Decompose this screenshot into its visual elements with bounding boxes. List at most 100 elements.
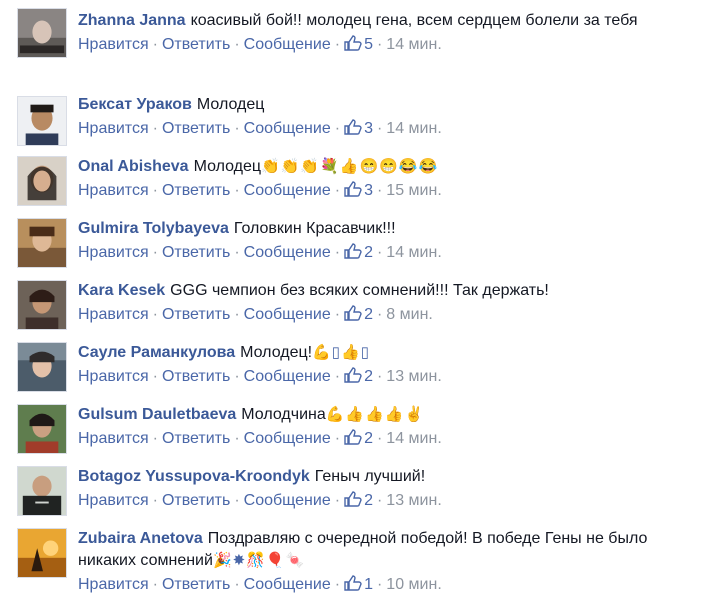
like-count[interactable]: 5 bbox=[364, 36, 373, 53]
avatar[interactable] bbox=[17, 342, 67, 392]
comment-time[interactable]: 15 мин. bbox=[386, 182, 441, 199]
like-link[interactable]: Нравится bbox=[78, 306, 149, 323]
comment-actions: Нравится · Ответить · Сообщение · 3 · 15 мин. bbox=[78, 181, 442, 199]
reply-link[interactable]: Ответить bbox=[162, 492, 230, 509]
comment-item: Бексат Ураков Молодец Нравится · Ответить · С… bbox=[0, 90, 724, 150]
comment-text: Геныч лучший! bbox=[314, 468, 426, 485]
comment-actions: Нравится · Ответить · Сообщение · 1 · 10 мин. bbox=[78, 575, 442, 593]
comment-actions: Нравится · Ответить · Сообщение · 5 · 14 мин. bbox=[78, 35, 442, 53]
avatar[interactable] bbox=[17, 466, 67, 516]
comment-actions: Нравится · Ответить · Сообщение · 3 · 14 мин. bbox=[78, 119, 442, 137]
avatar[interactable] bbox=[17, 528, 67, 578]
thumbs-up-icon bbox=[344, 243, 362, 259]
comment-item: Gulsum Dauletbaeva Молодчина💪👍👍👍✌ Нравитс… bbox=[0, 400, 724, 460]
message-link[interactable]: Сообщение bbox=[244, 36, 331, 53]
comment-time[interactable]: 14 мин. bbox=[386, 244, 441, 261]
comment-item: Gulmira Tolybayeva Головкин Красавчик!!! … bbox=[0, 214, 724, 274]
message-link[interactable]: Сообщение bbox=[244, 576, 331, 593]
like-count[interactable]: 2 bbox=[364, 430, 373, 447]
comment-time[interactable]: 14 мин. bbox=[386, 36, 441, 53]
comment-actions: Нравится · Ответить · Сообщение · 2 · 8 мин. bbox=[78, 305, 433, 323]
like-link[interactable]: Нравится bbox=[78, 492, 149, 509]
thumbs-up-icon bbox=[344, 119, 362, 135]
like-count[interactable]: 2 bbox=[364, 244, 373, 261]
thumbs-up-icon bbox=[344, 575, 362, 591]
comment-author[interactable]: Сауле Раманкулова bbox=[78, 344, 235, 361]
comment-author[interactable]: Onal Abisheva bbox=[78, 158, 189, 175]
like-link[interactable]: Нравится bbox=[78, 430, 149, 447]
comment-text: Молодец! bbox=[240, 344, 313, 361]
like-link[interactable]: Нравится bbox=[78, 36, 149, 53]
message-link[interactable]: Сообщение bbox=[244, 120, 331, 137]
comment-text: Молодец bbox=[193, 158, 262, 175]
comment-text: коасивый бой!! молодец гена, всем сердце… bbox=[190, 12, 638, 29]
like-count[interactable]: 3 bbox=[364, 120, 373, 137]
like-count[interactable]: 1 bbox=[364, 576, 373, 593]
comment-author[interactable]: Zubaira Anetova bbox=[78, 530, 203, 547]
message-link[interactable]: Сообщение bbox=[244, 306, 331, 323]
message-link[interactable]: Сообщение bbox=[244, 244, 331, 261]
comment-text: GGG чемпион без всяких сомнений!!! Так д… bbox=[170, 282, 549, 299]
reply-link[interactable]: Ответить bbox=[162, 36, 230, 53]
comment-item: Botagoz Yussupova-Kroondyk Геныч лучший! … bbox=[0, 462, 724, 522]
comment-author[interactable]: Zhanna Janna bbox=[78, 12, 186, 29]
reply-link[interactable]: Ответить bbox=[162, 576, 230, 593]
comment-item: Сауле Раманкулова Молодец!💪▯👍▯ Нравится · О… bbox=[0, 338, 724, 398]
comment-actions: Нравится · Ответить · Сообщение · 2 · 14 мин. bbox=[78, 429, 442, 447]
message-link[interactable]: Сообщение bbox=[244, 430, 331, 447]
comment-text: Молодец bbox=[196, 96, 265, 113]
reply-link[interactable]: Ответить bbox=[162, 306, 230, 323]
comment-text: Головкин Красавчик!!! bbox=[233, 220, 396, 237]
thumbs-up-icon bbox=[344, 367, 362, 383]
message-link[interactable]: Сообщение bbox=[244, 182, 331, 199]
like-count[interactable]: 3 bbox=[364, 182, 373, 199]
avatar[interactable] bbox=[17, 404, 67, 454]
emoji-sequence: 👏👏👏💐👍😁😁😂😂 bbox=[261, 158, 439, 175]
comment-time[interactable]: 14 мин. bbox=[386, 120, 441, 137]
comment-time[interactable]: 13 мин. bbox=[386, 492, 441, 509]
comment-author[interactable]: Gulmira Tolybayeva bbox=[78, 220, 229, 237]
avatar[interactable] bbox=[17, 96, 67, 146]
reply-link[interactable]: Ответить bbox=[162, 182, 230, 199]
message-link[interactable]: Сообщение bbox=[244, 368, 331, 385]
comment-time[interactable]: 14 мин. bbox=[386, 430, 441, 447]
comment-actions: Нравится · Ответить · Сообщение · 2 · 14 мин. bbox=[78, 243, 442, 261]
like-link[interactable]: Нравится bbox=[78, 120, 149, 137]
thumbs-up-icon bbox=[344, 35, 362, 51]
like-count[interactable]: 2 bbox=[364, 306, 373, 323]
thumbs-up-icon bbox=[344, 429, 362, 445]
thumbs-up-icon bbox=[344, 491, 362, 507]
emoji-sequence: 💪▯👍▯ bbox=[312, 344, 370, 361]
comment-item: Kara Kesek GGG чемпион без всяких сомнени… bbox=[0, 276, 724, 336]
reply-link[interactable]: Ответить bbox=[162, 244, 230, 261]
comment-item: Zhanna Janna коасивый бой!! молодец гена,… bbox=[0, 2, 724, 88]
avatar[interactable] bbox=[17, 156, 67, 206]
comment-item: Zubaira Anetova Поздравляю с очередной по… bbox=[0, 524, 724, 600]
comment-time[interactable]: 13 мин. bbox=[386, 368, 441, 385]
reply-link[interactable]: Ответить bbox=[162, 368, 230, 385]
avatar[interactable] bbox=[17, 218, 67, 268]
like-link[interactable]: Нравится bbox=[78, 368, 149, 385]
thumbs-up-icon bbox=[344, 181, 362, 197]
reply-link[interactable]: Ответить bbox=[162, 430, 230, 447]
comment-author[interactable]: Botagoz Yussupova-Kroondyk bbox=[78, 468, 310, 485]
thumbs-up-icon bbox=[344, 305, 362, 321]
emoji-sequence: 💪👍👍👍✌ bbox=[325, 406, 425, 423]
comment-author[interactable]: Gulsum Dauletbaeva bbox=[78, 406, 236, 423]
comment-time[interactable]: 8 мин. bbox=[386, 306, 433, 323]
like-count[interactable]: 2 bbox=[364, 492, 373, 509]
message-link[interactable]: Сообщение bbox=[244, 492, 331, 509]
avatar[interactable] bbox=[17, 8, 67, 58]
like-link[interactable]: Нравится bbox=[78, 576, 149, 593]
comment-item: Onal Abisheva Молодец👏👏👏💐👍😁😁😂😂 Нравится · О… bbox=[0, 152, 724, 212]
avatar[interactable] bbox=[17, 280, 67, 330]
emoji-sequence: 🎉✸🎊🎈🍬 bbox=[212, 552, 306, 569]
reply-link[interactable]: Ответить bbox=[162, 120, 230, 137]
like-link[interactable]: Нравится bbox=[78, 182, 149, 199]
comment-author[interactable]: Бексат Ураков bbox=[78, 96, 192, 113]
like-count[interactable]: 2 bbox=[364, 368, 373, 385]
like-link[interactable]: Нравится bbox=[78, 244, 149, 261]
comment-author[interactable]: Kara Kesek bbox=[78, 282, 165, 299]
comment-time[interactable]: 10 мин. bbox=[386, 576, 441, 593]
comment-actions: Нравится · Ответить · Сообщение · 2 · 13 мин. bbox=[78, 491, 442, 509]
